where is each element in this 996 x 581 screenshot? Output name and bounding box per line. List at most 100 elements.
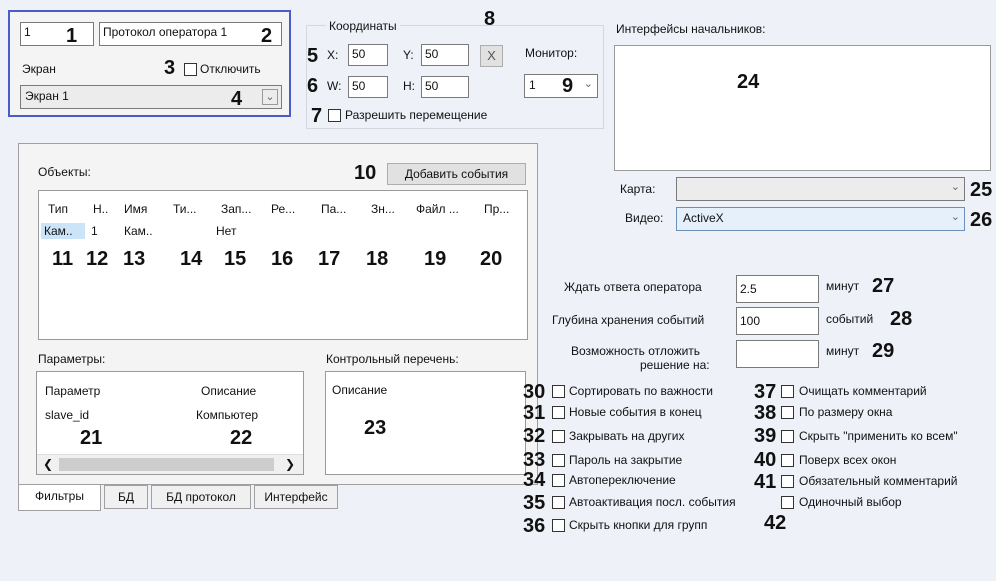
checkbox-label: Скрыть кнопки для групп: [569, 518, 708, 532]
callout-7: 7: [311, 105, 323, 127]
checkbox-close-password[interactable]: [552, 454, 565, 467]
callout-41: 41: [754, 471, 777, 493]
checkbox-hide-group-buttons[interactable]: [552, 519, 565, 532]
scroll-right-icon[interactable]: ❯: [285, 457, 295, 471]
callout-5: 5: [307, 45, 319, 67]
scroll-left-icon[interactable]: ❮: [43, 457, 53, 471]
table-cell: Кам..: [124, 224, 153, 238]
screen-select[interactable]: Экран 1 ⌄: [20, 85, 282, 109]
checkbox-label: Автоактивация посл. события: [569, 495, 736, 509]
callout-26: 26: [970, 209, 993, 231]
column-header: Файл ...: [416, 202, 459, 216]
y-input[interactable]: 50: [421, 44, 469, 66]
checkbox-label: Скрыть "применить ко всем": [799, 429, 958, 443]
video-select[interactable]: ActiveX ⌄: [676, 207, 965, 231]
monitor-select[interactable]: 1 ⌄: [524, 74, 598, 98]
params-label: Параметры:: [38, 352, 106, 366]
params-hscrollbar[interactable]: ❮ ❯: [37, 454, 303, 474]
callout-20: 20: [480, 248, 503, 270]
callout-27: 27: [872, 275, 895, 297]
allow-move-checkbox[interactable]: [328, 109, 341, 122]
callout-4: 4: [231, 88, 243, 110]
w-input[interactable]: 50: [348, 76, 388, 98]
callout-31: 31: [523, 402, 546, 424]
depth-label: Глубина хранения событий: [552, 313, 705, 327]
video-select-value: ActiveX: [683, 211, 724, 225]
params-row-desc: Компьютер: [196, 408, 259, 422]
checkbox-new-events-end[interactable]: [552, 406, 565, 419]
checkbox-label: Поверх всех окон: [799, 453, 897, 467]
checkbox-autoswitch[interactable]: [552, 474, 565, 487]
callout-33: 33: [523, 449, 546, 471]
reset-coordinates-button[interactable]: X: [480, 45, 503, 67]
video-label: Видео:: [625, 211, 664, 225]
checkbox-label: Одиночный выбор: [799, 495, 902, 509]
params-row-param: slave_id: [45, 408, 90, 422]
callout-36: 36: [523, 515, 546, 537]
postpone-input[interactable]: [736, 340, 819, 368]
callout-17: 17: [318, 248, 341, 270]
coordinates-title: Координаты: [326, 19, 400, 33]
checkbox-always-on-top[interactable]: [781, 454, 794, 467]
callout-25: 25: [970, 179, 993, 201]
checkbox-label: Сортировать по важности: [569, 384, 713, 398]
callout-30: 30: [523, 381, 546, 403]
chevron-down-icon: ⌄: [583, 78, 593, 90]
checkbox-label: Очищать комментарий: [799, 384, 927, 398]
checklist-label: Контрольный перечень:: [326, 352, 459, 366]
checkbox-label: Закрывать на других: [569, 429, 685, 443]
map-label: Карта:: [620, 182, 656, 196]
chiefs-label: Интерфейсы начальников:: [616, 22, 766, 36]
params-col-param: Параметр: [45, 384, 101, 398]
column-header: Па...: [321, 202, 347, 216]
checkbox-single-select[interactable]: [781, 496, 794, 509]
add-events-button[interactable]: Добавить события: [387, 163, 526, 185]
postpone-label-2: решение на:: [640, 358, 710, 372]
callout-18: 18: [366, 248, 389, 270]
map-select[interactable]: ⌄: [676, 177, 965, 201]
id-field[interactable]: 1: [20, 22, 94, 46]
callout-12: 12: [86, 248, 109, 270]
screen-label: Экран: [22, 62, 56, 76]
w-label: W:: [327, 79, 342, 93]
checkbox-label: По размеру окна: [799, 405, 893, 419]
checkbox-autoactivate-last[interactable]: [552, 496, 565, 509]
name-field[interactable]: Протокол оператора 1: [99, 22, 282, 46]
chevron-down-icon: ⌄: [262, 89, 278, 105]
checkbox-required-comment[interactable]: [781, 475, 794, 488]
tab-filters[interactable]: Фильтры: [18, 485, 101, 511]
tab-interface[interactable]: Интерфейс: [254, 485, 338, 509]
callout-9: 9: [562, 75, 574, 97]
checkbox-sort-importance[interactable]: [552, 385, 565, 398]
wait-label: Ждать ответа оператора: [564, 280, 702, 294]
scrollbar-thumb[interactable]: [59, 458, 274, 471]
checkbox-close-on-others[interactable]: [552, 430, 565, 443]
x-input[interactable]: 50: [348, 44, 388, 66]
checkbox-fit-window[interactable]: [781, 406, 794, 419]
chevron-down-icon: ⌄: [950, 211, 960, 223]
screen-select-value: Экран 1: [25, 89, 69, 103]
column-header: Ти...: [173, 202, 197, 216]
tab-db-protocol[interactable]: БД протокол: [151, 485, 251, 509]
callout-42: 42: [764, 512, 787, 534]
callout-2: 2: [261, 25, 273, 47]
chevron-down-icon: ⌄: [950, 181, 960, 193]
objects-label: Объекты:: [38, 165, 91, 179]
chiefs-list[interactable]: [614, 45, 991, 171]
table-cell: Нет: [216, 224, 237, 238]
callout-22: 22: [230, 427, 253, 449]
callout-32: 32: [523, 425, 546, 447]
postpone-unit: минут: [826, 344, 860, 358]
checkbox-clear-comment[interactable]: [781, 385, 794, 398]
wait-input[interactable]: 2.5: [736, 275, 819, 303]
disable-checkbox[interactable]: [184, 63, 197, 76]
callout-16: 16: [271, 248, 294, 270]
column-header: Зап...: [221, 202, 252, 216]
checkbox-label: Обязательный комментарий: [799, 474, 958, 488]
checkbox-hide-apply-all[interactable]: [781, 430, 794, 443]
tab-db[interactable]: БД: [104, 485, 148, 509]
depth-input[interactable]: 100: [736, 307, 819, 335]
params-col-desc: Описание: [201, 384, 257, 398]
h-input[interactable]: 50: [421, 76, 469, 98]
monitor-label: Монитор:: [525, 46, 578, 60]
